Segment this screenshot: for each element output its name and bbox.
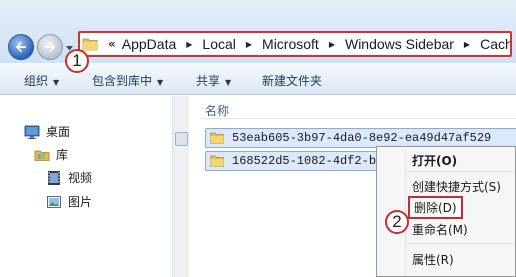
nav-label: 桌面 xyxy=(46,125,71,139)
nav-item-pictures[interactable]: 图片 xyxy=(46,193,92,210)
nav-item-desktop[interactable]: 桌面 xyxy=(24,123,70,140)
address-segment-microsoft[interactable]: Microsoft xyxy=(262,36,319,52)
back-arrow-icon xyxy=(15,41,26,53)
nav-label: 库 xyxy=(56,148,69,162)
picture-icon xyxy=(47,195,61,208)
address-bar[interactable]: « AppData ▶ Local ▶ Microsoft ▶ Windows … xyxy=(78,31,512,57)
address-separator-icon[interactable]: ▶ xyxy=(186,40,192,49)
menu-item-rename[interactable]: 重命名(M) xyxy=(412,221,468,238)
desktop-icon xyxy=(24,125,40,139)
nav-item-libraries[interactable]: 库 xyxy=(34,146,68,163)
organize-menu-button[interactable]: 组织 ▼ xyxy=(24,72,59,89)
back-button[interactable] xyxy=(8,34,34,60)
forward-button[interactable] xyxy=(37,34,63,60)
menu-separator xyxy=(407,243,513,244)
nav-label: 视频 xyxy=(68,171,93,185)
dropdown-arrow-icon: ▼ xyxy=(157,78,164,87)
address-segment-windows-sidebar[interactable]: Windows Sidebar xyxy=(345,36,454,52)
address-separator-icon[interactable]: ▶ xyxy=(464,40,470,49)
address-segment-cache[interactable]: Cache xyxy=(480,36,510,52)
include-in-library-button[interactable]: 包含到库中 ▼ xyxy=(92,72,163,89)
column-divider xyxy=(200,118,516,119)
forward-arrow-icon xyxy=(45,41,56,53)
address-separator-icon[interactable]: ▶ xyxy=(246,40,252,49)
nav-item-videos[interactable]: 视频 xyxy=(46,169,92,186)
menu-item-properties[interactable]: 属性(R) xyxy=(412,251,454,268)
share-menu-button[interactable]: 共享 ▼ xyxy=(196,72,231,89)
navigation-pane: 桌面 库 视频 图片 xyxy=(0,96,172,277)
file-list-item[interactable]: 53eab605-3b97-4da0-8e92-ea49d47af529 xyxy=(205,128,516,148)
nav-label: 图片 xyxy=(68,195,93,209)
scrollbar-thumb[interactable] xyxy=(175,132,188,146)
address-separator-icon[interactable]: ▶ xyxy=(329,40,335,49)
menu-item-open[interactable]: 打开(O) xyxy=(412,152,457,169)
file-name: 53eab605-3b97-4da0-8e92-ea49d47af529 xyxy=(232,131,492,145)
include-in-library-label: 包含到库中 xyxy=(92,74,153,88)
dropdown-arrow-icon: ▼ xyxy=(225,78,232,87)
organize-label: 组织 xyxy=(24,74,49,88)
file-name: 168522d5-1082-4df2-b2f6 xyxy=(232,154,398,168)
video-icon xyxy=(48,170,60,185)
address-overflow-chevron[interactable]: « xyxy=(108,37,116,51)
address-segment-local[interactable]: Local xyxy=(202,36,235,52)
new-folder-button[interactable]: 新建文件夹 xyxy=(262,72,322,89)
step-callout-2: 2 xyxy=(385,210,409,234)
menu-separator xyxy=(407,171,513,172)
navigation-pane-scrollbar[interactable] xyxy=(172,96,189,277)
share-label: 共享 xyxy=(196,74,221,88)
menu-item-delete[interactable]: 删除(D) xyxy=(408,196,463,219)
folder-icon xyxy=(82,38,98,51)
library-icon xyxy=(34,150,50,161)
folder-icon xyxy=(210,132,224,144)
menu-item-create-shortcut[interactable]: 创建快捷方式(S) xyxy=(412,178,501,195)
dropdown-arrow-icon: ▼ xyxy=(53,78,60,87)
step-callout-1: 1 xyxy=(65,49,89,73)
folder-icon xyxy=(210,155,224,167)
address-segment-appdata[interactable]: AppData xyxy=(122,36,176,52)
column-header-name[interactable]: 名称 xyxy=(205,102,229,119)
